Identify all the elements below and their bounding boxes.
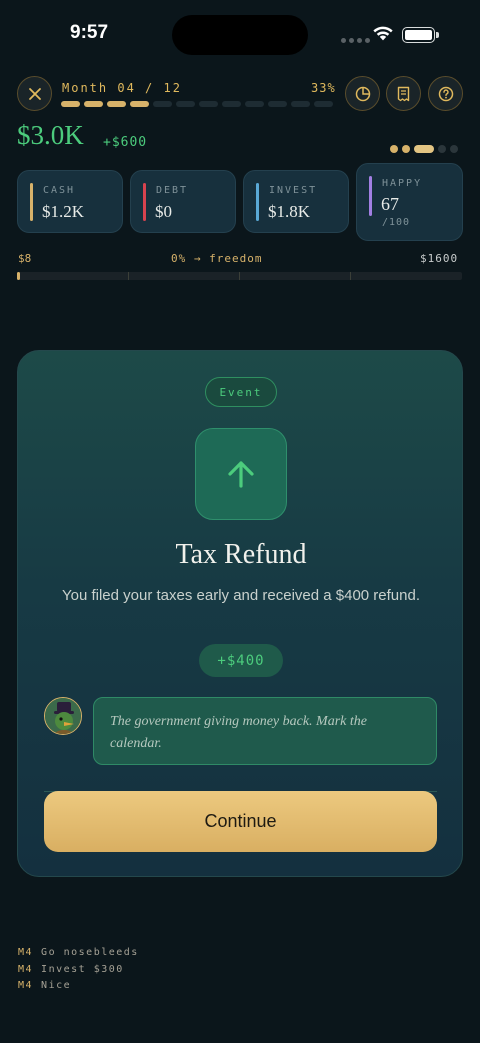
stat-card-invest[interactable]: INVEST $1.8K [243,170,349,233]
log-text: Go nosebleeds [41,947,139,958]
freedom-label: 0% → freedom [171,252,263,265]
stat-label: HAPPY [382,178,423,189]
happy-indicator [369,176,372,216]
debt-indicator [143,183,146,221]
status-bar: 9:57 [0,0,480,70]
progress-tick [128,272,129,280]
page-dot[interactable] [414,145,434,153]
advisor-avatar [44,697,82,735]
log-text: Nice [41,980,72,991]
progress-percent: 33% [311,81,336,95]
progress-tick [239,272,240,280]
log-text: Invest $300 [41,963,124,975]
event-amount-badge: +$400 [199,644,283,677]
close-button[interactable] [17,76,52,111]
stat-card-happy[interactable]: HAPPY 67 /100 [356,163,463,241]
pie-chart-icon [355,86,370,101]
receipt-icon [397,86,410,101]
help-button[interactable] [428,76,463,111]
event-title: Tax Refund [175,539,307,570]
net-worth: $3.0K [17,120,84,150]
month-segment [61,101,80,107]
freedom-target-value: $1600 [420,252,459,265]
freedom-progress-fill [17,272,20,280]
month-segment [245,101,264,107]
month-segment [130,101,149,107]
help-icon [438,86,453,101]
freedom-progress-bar [17,272,462,280]
signal-icon [341,38,370,43]
month-segment [153,101,172,107]
page-dot[interactable] [402,145,410,153]
duck-advisor-icon [45,698,81,734]
month-segment [291,101,310,107]
stat-label: INVEST [269,185,318,196]
month-segment [268,101,287,107]
chart-button[interactable] [345,76,380,111]
event-icon-tile [195,428,287,520]
stat-card-debt[interactable]: DEBT $0 [130,170,236,233]
stat-sub: /100 [382,217,411,228]
month-progress [61,101,333,107]
event-modal: Event Tax Refund You filed your taxes ea… [17,350,463,877]
log-entry: M4 Invest $300 [18,962,139,979]
stat-label: DEBT [156,185,189,196]
month-segment [314,101,333,107]
stat-value: $0 [155,202,172,221]
invest-indicator [256,183,259,221]
battery-icon [402,27,439,43]
continue-button[interactable]: Continue [44,791,437,852]
page-dot[interactable] [390,145,398,153]
advisor-quote: The government giving money back. Mark t… [93,697,437,765]
freedom-start-value: $8 [18,252,32,265]
page-dot[interactable] [450,145,458,153]
event-tag: Event [205,377,277,407]
dynamic-island [172,15,308,55]
progress-tick [350,272,351,280]
log-month: M4 [18,947,34,958]
activity-log: M4 Go nosebleeds M4 Invest $300 M4 Nice [18,945,139,995]
month-segment [176,101,195,107]
stat-value: 67 [381,194,399,214]
clock: 9:57 [70,22,109,43]
log-month: M4 [18,963,34,975]
net-worth-delta: +$600 [103,135,148,150]
log-entry: M4 Nice [18,978,139,995]
month-label: Month 04 / 12 [62,81,182,95]
wifi-icon [373,26,393,41]
stat-value: $1.2K [42,202,85,221]
log-month: M4 [18,980,34,991]
arrow-up-icon [228,461,254,488]
receipt-button[interactable] [386,76,421,111]
page-indicator[interactable] [390,145,458,153]
log-entry: M4 Go nosebleeds [18,945,139,962]
page-dot[interactable] [438,145,446,153]
month-segment [84,101,103,107]
stat-value: $1.8K [268,202,311,221]
stat-card-cash[interactable]: CASH $1.2K [17,170,123,233]
stat-label: CASH [43,185,76,196]
event-description: You filed your taxes early and received … [61,587,420,604]
month-segment [107,101,126,107]
month-segment [222,101,241,107]
month-segment [199,101,218,107]
cash-indicator [30,183,33,221]
close-icon [28,87,41,100]
